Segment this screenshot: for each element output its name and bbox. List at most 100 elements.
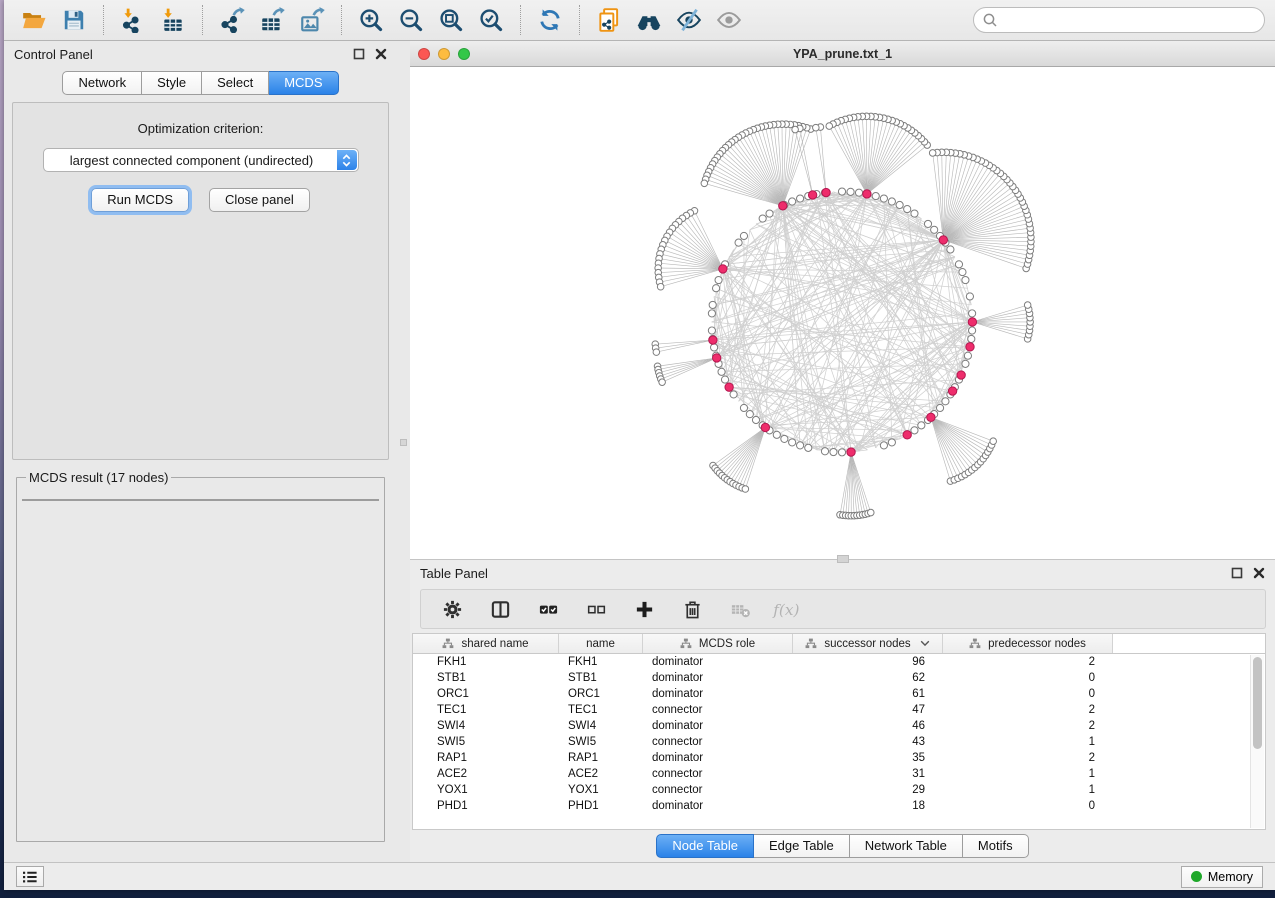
table-cell[interactable]: FKH1	[559, 656, 643, 668]
float-panel-icon[interactable]	[353, 48, 365, 60]
table-cell[interactable]: 46	[793, 720, 943, 732]
table-cell[interactable]: RAP1	[559, 752, 643, 764]
network-graph[interactable]	[410, 67, 1275, 559]
tab-motifs[interactable]: Motifs	[963, 834, 1029, 858]
import-network-button[interactable]	[113, 3, 153, 37]
table-row[interactable]: SWI5SWI5connector431	[413, 734, 1265, 750]
tab-node-table[interactable]: Node Table	[656, 834, 754, 858]
table-cell[interactable]: 0	[943, 688, 1113, 700]
export-image-button[interactable]	[292, 3, 332, 37]
panel-layout-button[interactable]	[483, 594, 517, 624]
table-cell[interactable]: 0	[943, 800, 1113, 812]
export-network-button[interactable]	[212, 3, 252, 37]
table-cell[interactable]: SWI4	[413, 720, 559, 732]
network-view-canvas[interactable]	[410, 67, 1275, 559]
refresh-layout-button[interactable]	[530, 3, 570, 37]
run-mcds-button[interactable]: Run MCDS	[91, 188, 189, 212]
table-row[interactable]: YOX1YOX1connector291	[413, 782, 1265, 798]
table-cell[interactable]: dominator	[643, 672, 793, 684]
table-cell[interactable]: SWI5	[413, 736, 559, 748]
table-cell[interactable]: 18	[793, 800, 943, 812]
table-cell[interactable]: 2	[943, 720, 1113, 732]
zoom-selected-button[interactable]	[471, 3, 511, 37]
table-scrollbar[interactable]	[1250, 655, 1264, 828]
table-cell[interactable]: TEC1	[413, 704, 559, 716]
table-cell[interactable]: 31	[793, 768, 943, 780]
table-cell[interactable]: 43	[793, 736, 943, 748]
table-cell[interactable]: RAP1	[413, 752, 559, 764]
table-cell[interactable]: TEC1	[559, 704, 643, 716]
new-network-from-selection-button[interactable]	[589, 3, 629, 37]
criterion-dropdown[interactable]: largest connected component (undirected)	[43, 148, 359, 172]
tab-network-table[interactable]: Network Table	[850, 834, 963, 858]
search-input[interactable]	[973, 7, 1265, 33]
table-cell[interactable]: 1	[943, 768, 1113, 780]
tab-select[interactable]: Select	[202, 71, 269, 95]
table-row[interactable]: RAP1RAP1dominator352	[413, 750, 1265, 766]
table-cell[interactable]: connector	[643, 704, 793, 716]
table-row[interactable]: PHD1PHD1dominator180	[413, 798, 1265, 814]
save-session-button[interactable]	[54, 3, 94, 37]
table-cell[interactable]: 1	[943, 736, 1113, 748]
zoom-out-button[interactable]	[391, 3, 431, 37]
column-header-successor-nodes[interactable]: successor nodes	[793, 634, 943, 653]
vertical-splitter[interactable]	[397, 41, 410, 862]
table-row[interactable]: TEC1TEC1connector472	[413, 702, 1265, 718]
table-cell[interactable]: ORC1	[559, 688, 643, 700]
zoom-fit-button[interactable]	[431, 3, 471, 37]
import-table-button[interactable]	[153, 3, 193, 37]
table-cell[interactable]: STB1	[413, 672, 559, 684]
zoom-in-button[interactable]	[351, 3, 391, 37]
table-cell[interactable]: YOX1	[559, 784, 643, 796]
select-all-columns-button[interactable]	[531, 594, 565, 624]
table-cell[interactable]: 35	[793, 752, 943, 764]
horizontal-splitter-handle[interactable]	[837, 555, 849, 563]
table-cell[interactable]: PHD1	[413, 800, 559, 812]
table-options-button[interactable]	[435, 594, 469, 624]
table-cell[interactable]: 62	[793, 672, 943, 684]
find-button[interactable]	[629, 3, 669, 37]
table-cell[interactable]: dominator	[643, 656, 793, 668]
result-node-item[interactable]: PHD1	[23, 500, 378, 501]
table-cell[interactable]: ACE2	[559, 768, 643, 780]
table-cell[interactable]: SWI5	[559, 736, 643, 748]
column-header-predecessor-nodes[interactable]: predecessor nodes	[943, 634, 1113, 653]
table-cell[interactable]: 29	[793, 784, 943, 796]
table-row[interactable]: FKH1FKH1dominator962	[413, 654, 1265, 670]
hide-graphics-details-button[interactable]	[669, 3, 709, 37]
table-cell[interactable]: 47	[793, 704, 943, 716]
table-cell[interactable]: 2	[943, 656, 1113, 668]
table-cell[interactable]: SWI4	[559, 720, 643, 732]
table-row[interactable]: ACE2ACE2connector311	[413, 766, 1265, 782]
memory-button[interactable]: Memory	[1181, 866, 1263, 888]
table-cell[interactable]: 1	[943, 784, 1113, 796]
table-cell[interactable]: connector	[643, 736, 793, 748]
table-cell[interactable]: dominator	[643, 720, 793, 732]
unselect-all-columns-button[interactable]	[579, 594, 613, 624]
delete-column-button[interactable]	[675, 594, 709, 624]
close-panel-icon[interactable]	[375, 48, 387, 60]
table-cell[interactable]: FKH1	[413, 656, 559, 668]
tab-edge-table[interactable]: Edge Table	[754, 834, 850, 858]
table-cell[interactable]: 2	[943, 752, 1113, 764]
minimize-window-button[interactable]	[438, 48, 450, 60]
tab-style[interactable]: Style	[142, 71, 202, 95]
add-column-button[interactable]	[627, 594, 661, 624]
table-row[interactable]: ORC1ORC1dominator610	[413, 686, 1265, 702]
table-cell[interactable]: dominator	[643, 752, 793, 764]
table-row[interactable]: SWI4SWI4dominator462	[413, 718, 1265, 734]
close-window-button[interactable]	[418, 48, 430, 60]
float-table-panel-icon[interactable]	[1231, 567, 1243, 579]
table-row[interactable]: STB1STB1dominator620	[413, 670, 1265, 686]
column-header-shared-name[interactable]: shared name	[413, 634, 559, 653]
column-header-MCDS-role[interactable]: MCDS role	[643, 634, 793, 653]
task-history-button[interactable]	[16, 866, 44, 887]
table-cell[interactable]: 0	[943, 672, 1113, 684]
table-cell[interactable]: dominator	[643, 688, 793, 700]
close-panel-button[interactable]: Close panel	[209, 188, 310, 212]
table-cell[interactable]: YOX1	[413, 784, 559, 796]
table-cell[interactable]: ORC1	[413, 688, 559, 700]
table-cell[interactable]: ACE2	[413, 768, 559, 780]
table-scrollbar-thumb[interactable]	[1253, 657, 1262, 749]
table-cell[interactable]: PHD1	[559, 800, 643, 812]
